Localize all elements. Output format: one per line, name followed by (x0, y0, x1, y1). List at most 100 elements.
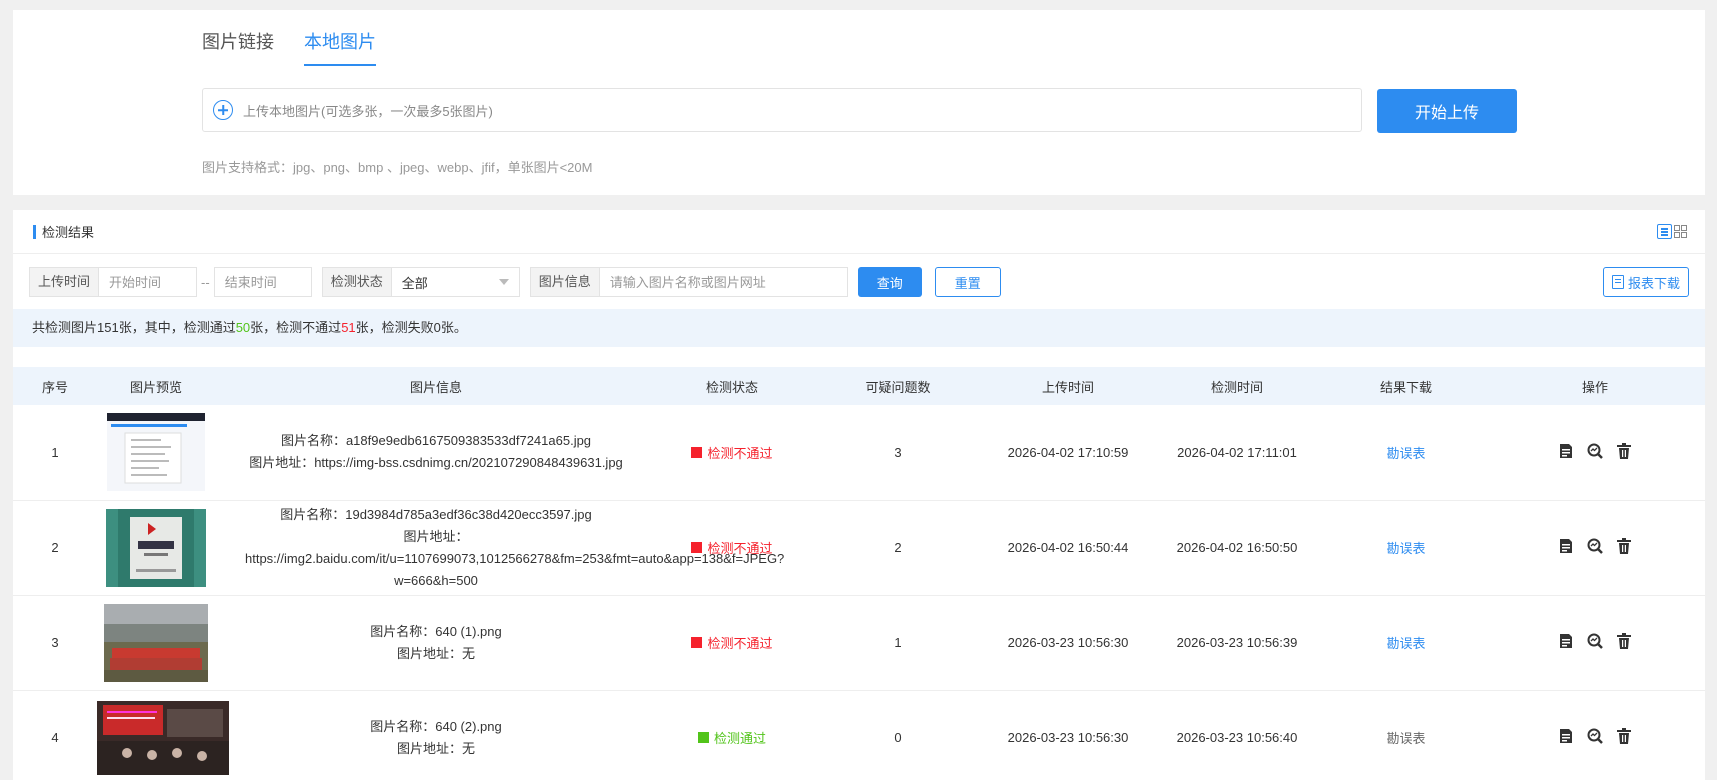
delete-trash-icon[interactable] (1617, 442, 1631, 459)
image-preview[interactable] (97, 595, 215, 691)
image-preview[interactable] (97, 500, 215, 596)
preview-thumbnail (106, 508, 206, 587)
start-time-input[interactable] (99, 267, 198, 297)
detail-document-icon[interactable] (1559, 538, 1573, 554)
tab-local-image[interactable]: 本地图片 (304, 28, 376, 66)
delete-trash-icon[interactable] (1617, 633, 1631, 649)
errata-download-link[interactable]: 勘误表 (1386, 541, 1425, 556)
image-url: 图片地址：https://img2.baidu.com/it/u=1107699… (245, 528, 785, 588)
preview-thumbnail (107, 413, 205, 492)
filter-row: 上传时间 -- 检测状态 全部 图片信息 查询 重置 报表下载 (29, 267, 1689, 297)
image-url: 图片地址：无 (396, 645, 475, 661)
col-check-time: 检测时间 (1147, 367, 1327, 405)
actions-cell (1485, 500, 1705, 596)
inspect-search-icon[interactable] (1587, 538, 1603, 554)
col-preview: 图片预览 (97, 367, 215, 405)
status-cell: 检测不通过 (657, 595, 807, 691)
image-url: 图片地址：无 (396, 740, 475, 756)
status-text: 检测不通过 (707, 636, 773, 651)
row-index: 2 (13, 500, 97, 596)
result-title: 检测结果 (42, 225, 95, 240)
status-square-icon (691, 637, 703, 648)
title-bar-accent (33, 224, 36, 239)
image-name: 图片名称：a18f9e9edb6167509383533df7241a65.jp… (280, 433, 592, 449)
image-url: 图片地址：https://img-bss.csdnimg.cn/20210729… (249, 455, 623, 471)
actions-cell (1485, 595, 1705, 691)
list-view-icon[interactable] (1657, 224, 1672, 239)
image-info: 图片名称：a18f9e9edb6167509383533df7241a65.jp… (215, 405, 657, 501)
table-row: 2 图片名称：19d3984d785a3edf36c38d420ecc3597.… (13, 500, 1705, 596)
col-issues: 可疑问题数 (807, 367, 989, 405)
col-index: 序号 (13, 367, 97, 405)
table-header-row: 序号 图片预览 图片信息 检测状态 可疑问题数 上传时间 检测时间 结果下载 操… (13, 367, 1705, 405)
view-toggle (1657, 224, 1687, 239)
status-text: 检测不通过 (707, 541, 773, 556)
inspect-search-icon[interactable] (1587, 443, 1603, 459)
start-upload-button[interactable]: 开始上传 (1377, 89, 1517, 133)
errata-download-link[interactable]: 勘误表 (1386, 636, 1425, 651)
inspect-search-icon[interactable] (1587, 728, 1603, 744)
add-circle-icon (213, 100, 233, 120)
format-hint: 图片支持格式：jpg、png、bmp 、jpeg、webp、jfif，单张图片<… (202, 160, 593, 175)
row-index: 1 (13, 405, 97, 501)
issue-count: 1 (807, 595, 989, 691)
row-index: 4 (13, 690, 97, 780)
summary-bar: 共检测图片151张，其中，检测通过50张，检测不通过51张，检测失败0张。 (13, 309, 1705, 347)
upload-time: 2026-03-23 10:56:30 (989, 690, 1147, 780)
results-table: 序号 图片预览 图片信息 检测状态 可疑问题数 上传时间 检测时间 结果下载 操… (13, 367, 1705, 780)
detail-document-icon[interactable] (1559, 443, 1573, 459)
image-name: 图片名称：640 (2).png (370, 718, 502, 734)
download-cell: 勘误表 (1327, 405, 1485, 501)
row-index: 3 (13, 595, 97, 691)
upload-panel: 图片链接 本地图片 上传本地图片(可选多张，一次最多5张图片) 开始上传 图片支… (13, 10, 1705, 195)
grid-view-icon[interactable] (1674, 225, 1687, 238)
status-text: 检测通过 (713, 731, 766, 746)
image-name: 图片名称：19d3984d785a3edf36c38d420ecc3597.jp… (280, 506, 592, 522)
issue-count: 0 (807, 690, 989, 780)
image-name: 图片名称：640 (1).png (370, 623, 502, 639)
summary-mid: 张，检测不通过 (250, 320, 342, 335)
actions-cell (1485, 690, 1705, 780)
status-square-icon (697, 732, 709, 743)
result-header: 检测结果 (13, 210, 1705, 254)
status-text: 检测不通过 (707, 445, 773, 461)
status-select[interactable]: 全部 (391, 267, 520, 297)
detail-document-icon[interactable] (1559, 633, 1573, 649)
col-info: 图片信息 (215, 367, 657, 405)
reset-button[interactable]: 重置 (934, 267, 1001, 297)
summary-passed-count: 50 (235, 320, 251, 335)
query-button[interactable]: 查询 (857, 267, 922, 297)
image-preview[interactable] (97, 690, 229, 780)
col-download: 结果下载 (1327, 367, 1485, 405)
summary-suffix: 张，检测失败0张。 (355, 320, 467, 335)
preview-thumbnail (97, 700, 229, 775)
errata-download-link[interactable]: 勘误表 (1386, 446, 1425, 461)
delete-trash-icon[interactable] (1617, 538, 1631, 554)
upload-local-image-field[interactable]: 上传本地图片(可选多张，一次最多5张图片) (202, 88, 1362, 132)
issue-count: 2 (807, 500, 989, 596)
detail-document-icon[interactable] (1559, 728, 1573, 744)
end-time-input[interactable] (213, 267, 312, 297)
upload-time: 2026-04-02 16:50:44 (989, 500, 1147, 596)
upload-time-label: 上传时间 (29, 267, 100, 297)
status-badge: 检测不通过 (691, 538, 773, 557)
report-download-button[interactable]: 报表下载 (1602, 267, 1689, 297)
inspect-search-icon[interactable] (1587, 633, 1603, 649)
status-badge: 检测通过 (697, 728, 766, 747)
status-cell: 检测不通过 (657, 405, 807, 501)
upload-tabs: 图片链接 本地图片 (202, 28, 406, 66)
download-cell: 勘误表 (1327, 500, 1485, 596)
image-info: 图片名称：640 (1).png 图片地址：无 (215, 595, 657, 691)
image-preview[interactable] (97, 405, 215, 501)
chevron-down-icon (498, 279, 509, 285)
status-select-value: 全部 (401, 275, 428, 291)
delete-trash-icon[interactable] (1617, 728, 1631, 744)
tab-image-link[interactable]: 图片链接 (202, 28, 274, 66)
image-info-label: 图片信息 (529, 267, 600, 297)
image-info-input[interactable] (599, 267, 848, 297)
check-time: 2026-04-02 16:50:50 (1147, 500, 1327, 596)
errata-download-link: 勘误表 (1386, 731, 1426, 746)
status-badge: 检测不通过 (691, 443, 773, 462)
issue-count: 3 (807, 405, 989, 501)
check-time: 2026-03-23 10:56:39 (1147, 595, 1327, 691)
